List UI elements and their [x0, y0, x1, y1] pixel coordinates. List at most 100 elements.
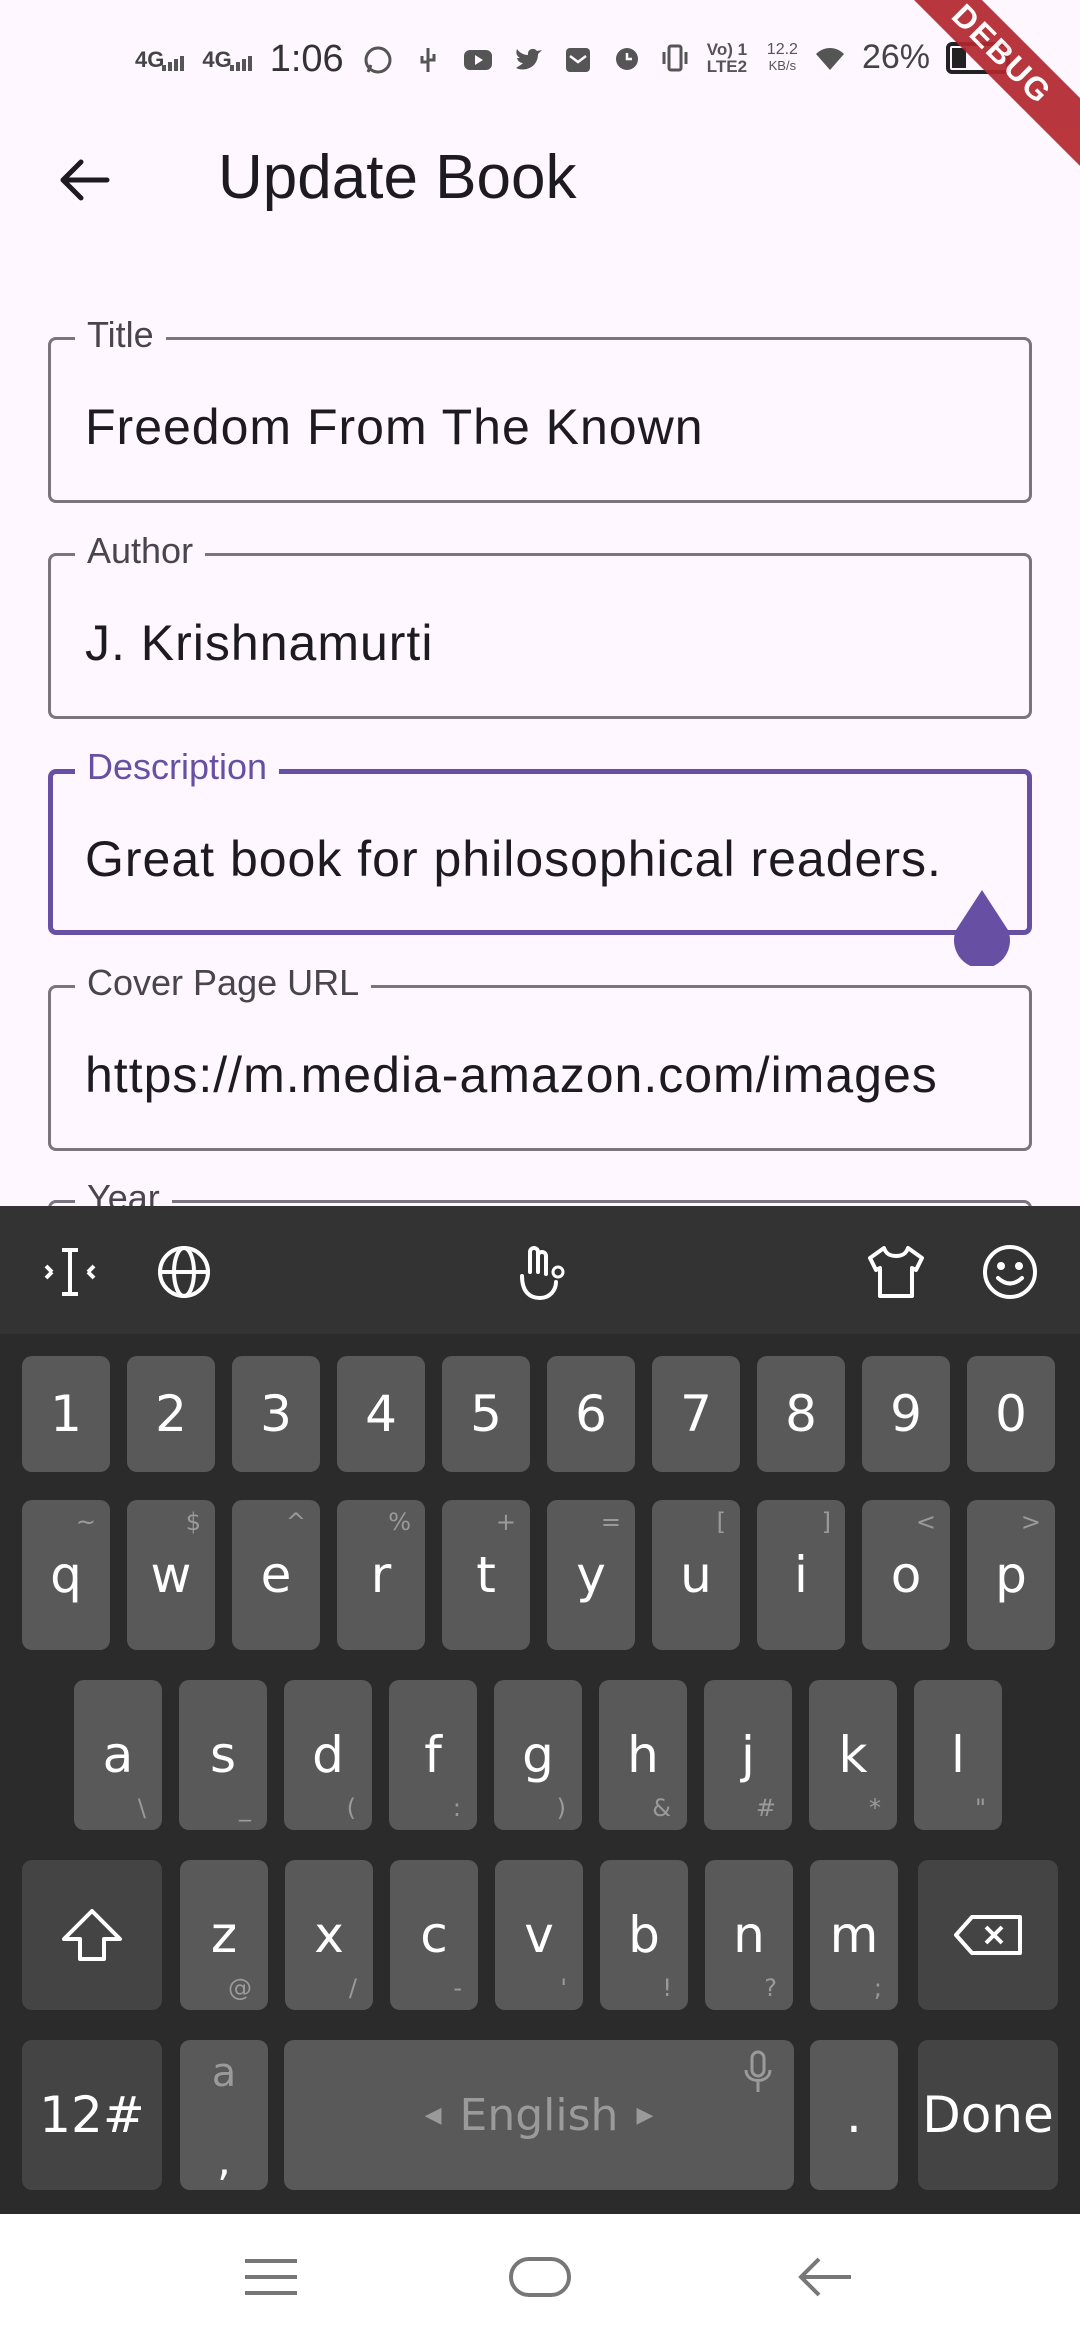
arrow-back-icon — [60, 159, 110, 201]
key-w[interactable]: w $ — [127, 1500, 215, 1650]
language-button[interactable] — [152, 1240, 216, 1304]
key-i-label: i — [794, 1546, 808, 1604]
key-f-secondary: : — [452, 1794, 461, 1822]
speed-unit: KB/s — [768, 57, 797, 73]
key-z[interactable]: z @ — [180, 1860, 268, 2010]
gesture-icon — [520, 1246, 565, 1301]
key-x-secondary: / — [348, 1974, 357, 2002]
key-d[interactable]: d( — [284, 1680, 372, 1830]
twitter-icon — [515, 48, 542, 69]
backspace-icon — [954, 1915, 1022, 1955]
key-0[interactable]: 0 — [967, 1356, 1055, 1472]
key-v-secondary: ' — [560, 1974, 567, 2002]
key-5[interactable]: 5 — [442, 1356, 530, 1472]
key-t-label: t — [476, 1546, 496, 1604]
key-p[interactable]: p > — [967, 1500, 1055, 1650]
key-v[interactable]: v ' — [495, 1860, 583, 2010]
key-u[interactable]: u[ — [652, 1500, 740, 1650]
key-b[interactable]: b! — [600, 1860, 688, 2010]
cover-url-label: Cover Page URL — [75, 962, 372, 1004]
description-field[interactable]: Description Great book for philosophical… — [48, 746, 1032, 935]
comma-key[interactable]: a, — [180, 2040, 268, 2190]
key-n[interactable]: n? — [705, 1860, 793, 2010]
key-4[interactable]: 4 — [337, 1356, 425, 1472]
nav-back-button[interactable] — [780, 2244, 870, 2310]
theme-button[interactable] — [864, 1240, 928, 1304]
title-field[interactable]: Title Freedom From The Known — [48, 314, 1032, 503]
key-a[interactable]: a \ — [74, 1680, 162, 1830]
key-t[interactable]: t + — [442, 1500, 530, 1650]
lte-indicator: Vo) 1 LTE2 — [706, 39, 748, 76]
key-c[interactable]: c- — [390, 1860, 478, 2010]
emoji-icon — [983, 1245, 1037, 1299]
key-l[interactable]: l " — [914, 1680, 1002, 1830]
key-h[interactable]: h & — [599, 1680, 687, 1830]
space-language-label: English — [459, 2089, 619, 2141]
key-x[interactable]: x / — [285, 1860, 373, 2010]
space-right-arrow: ▶ — [636, 2102, 654, 2128]
key-a-secondary: \ — [137, 1794, 146, 1822]
comma-key-label: , — [217, 2135, 231, 2186]
key-4-label: 4 — [365, 1385, 397, 1443]
key-k[interactable]: k * — [809, 1680, 897, 1830]
status-bar: 4G 4G 1:06 Vo) 1 LTE2 12.2 KB/s 26% DEBU… — [0, 0, 1080, 178]
key-7[interactable]: 7 — [652, 1356, 740, 1472]
author-label: Author — [75, 530, 206, 572]
app-bar: Update Book — [0, 120, 1080, 240]
key-s-secondary: _ — [239, 1794, 251, 1822]
cover-url-field[interactable]: Cover Page URL https://m.media-amazon.co… — [48, 962, 1032, 1151]
author-input[interactable]: J. Krishnamurti — [85, 614, 999, 672]
cover-url-input[interactable]: https://m.media-amazon.com/images — [85, 1046, 999, 1104]
key-i-secondary: ] — [821, 1508, 831, 1536]
key-m[interactable]: m; — [810, 1860, 898, 2010]
text-cursor-handle[interactable] — [950, 886, 1014, 966]
backspace-key[interactable] — [918, 1860, 1058, 2010]
key-1[interactable]: 1 — [22, 1356, 110, 1472]
key-o-label: o — [890, 1546, 922, 1604]
key-8[interactable]: 8 — [757, 1356, 845, 1472]
recent-apps-button[interactable] — [226, 2244, 316, 2310]
key-j[interactable]: j # — [704, 1680, 792, 1830]
key-e[interactable]: e ^ — [232, 1500, 320, 1650]
key-r-label: r — [370, 1546, 392, 1604]
shift-key[interactable] — [22, 1860, 162, 2010]
author-field[interactable]: Author J. Krishnamurti — [48, 530, 1032, 719]
key-2[interactable]: 2 — [127, 1356, 215, 1472]
keyboard-toolbar — [0, 1206, 1080, 1334]
key-f[interactable]: f: — [389, 1680, 477, 1830]
emoji-button[interactable] — [978, 1240, 1042, 1304]
description-input[interactable]: Great book for philosophical readers. — [85, 830, 997, 888]
shift-icon — [62, 1909, 122, 1961]
title-input[interactable]: Freedom From The Known — [85, 398, 999, 456]
period-key[interactable]: . — [810, 2040, 898, 2190]
key-i[interactable]: i] — [757, 1500, 845, 1650]
space-left-arrow: ◀ — [424, 2102, 442, 2128]
key-g[interactable]: g) — [494, 1680, 582, 1830]
key-6[interactable]: 6 — [547, 1356, 635, 1472]
key-r[interactable]: r% — [337, 1500, 425, 1650]
cursor-tool-button[interactable] — [38, 1240, 102, 1304]
key-9[interactable]: 9 — [862, 1356, 950, 1472]
key-g-secondary: ) — [556, 1794, 566, 1822]
key-b-secondary: ! — [662, 1974, 672, 2002]
network-type-2: 4G — [202, 46, 232, 72]
period-key-label: . — [846, 2086, 862, 2144]
key-s[interactable]: s _ — [179, 1680, 267, 1830]
key-o[interactable]: o < — [862, 1500, 950, 1650]
key-x-label: x — [314, 1906, 344, 1964]
comma-key-top: a — [211, 2050, 237, 2096]
key-h-secondary: & — [652, 1794, 671, 1822]
key-3-label: 3 — [260, 1385, 292, 1443]
home-button[interactable] — [495, 2244, 585, 2310]
done-key[interactable]: Done — [918, 2040, 1058, 2190]
network-signal-2: 4G — [202, 46, 252, 73]
symbols-key[interactable]: 12# — [22, 2040, 162, 2190]
key-8-label: 8 — [785, 1385, 817, 1443]
key-q[interactable]: q ~ — [22, 1500, 110, 1650]
gesture-button[interactable] — [508, 1240, 572, 1304]
key-y[interactable]: y = — [547, 1500, 635, 1650]
speed-value: 12.2 — [766, 40, 798, 58]
back-button[interactable] — [40, 140, 130, 220]
key-3[interactable]: 3 — [232, 1356, 320, 1472]
space-key[interactable]: ◀ English ▶ — [284, 2040, 794, 2190]
